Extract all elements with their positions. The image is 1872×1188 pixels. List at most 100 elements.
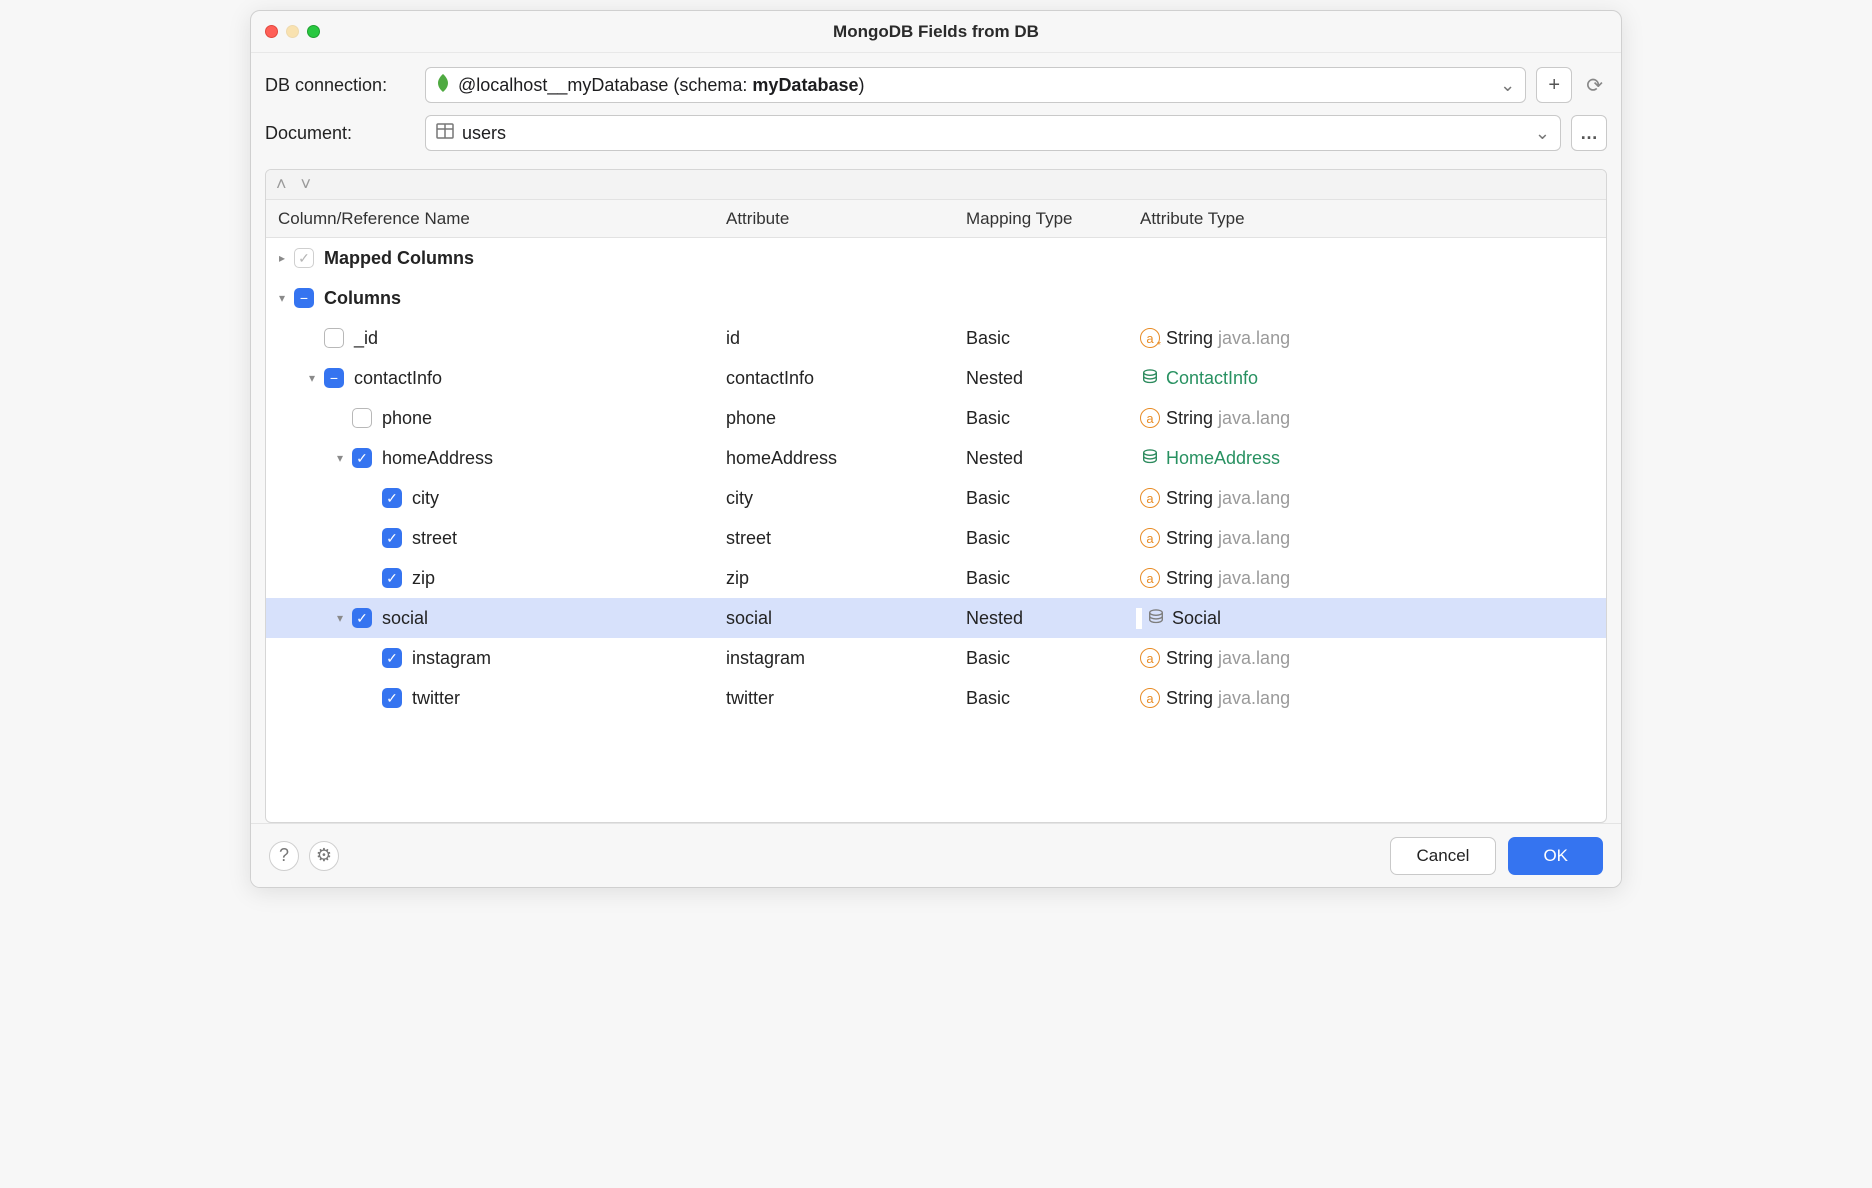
table-row[interactable]: ▸✓instagraminstagramBasicaString java.la… xyxy=(266,638,1606,678)
row-attribute-type: Social xyxy=(1142,608,1606,629)
attribute-icon: a xyxy=(1140,528,1160,548)
row-name: street xyxy=(412,528,457,549)
row-attribute: phone xyxy=(726,408,966,429)
db-connection-label: DB connection: xyxy=(265,75,415,96)
table-icon xyxy=(436,123,454,144)
table-mini-toolbar: ˄ ˅ xyxy=(266,170,1606,200)
table-row[interactable]: ▸phonephoneBasicaString java.lang xyxy=(266,398,1606,438)
row-checkbox[interactable]: ✓ xyxy=(382,568,402,588)
table-row[interactable]: ▸✓zipzipBasicaString java.lang xyxy=(266,558,1606,598)
table-row[interactable]: ▸_ididBasicaString java.lang xyxy=(266,318,1606,358)
chevron-down-icon: ⌄ xyxy=(1535,123,1550,144)
row-attribute: twitter xyxy=(726,688,966,709)
header-attribute[interactable]: Attribute xyxy=(726,209,966,229)
row-name: Columns xyxy=(324,288,401,309)
row-name: social xyxy=(382,608,428,629)
header-attribute-type[interactable]: Attribute Type xyxy=(1136,209,1606,229)
form-area: DB connection: @localhost__myDatabase (s… xyxy=(251,53,1621,169)
row-attribute: zip xyxy=(726,568,966,589)
tree-toggle[interactable]: ▾ xyxy=(330,611,350,625)
entity-icon xyxy=(1146,608,1166,628)
row-mapping-type: Basic xyxy=(966,528,1136,549)
table-row[interactable]: ▸✓citycityBasicaString java.lang xyxy=(266,478,1606,518)
add-connection-button[interactable]: + xyxy=(1536,67,1572,103)
attribute-icon: a xyxy=(1140,688,1160,708)
row-attribute: contactInfo xyxy=(726,368,966,389)
row-checkbox[interactable] xyxy=(324,328,344,348)
row-checkbox[interactable]: ✓ xyxy=(352,448,372,468)
document-more-button[interactable]: … xyxy=(1571,115,1607,151)
attribute-icon: a xyxy=(1140,408,1160,428)
tree-toggle[interactable]: ▾ xyxy=(330,451,350,465)
row-checkbox[interactable]: − xyxy=(294,288,314,308)
table-row[interactable]: ▾✓socialsocialNestedSocial xyxy=(266,598,1606,638)
row-checkbox[interactable] xyxy=(352,408,372,428)
row-checkbox[interactable]: − xyxy=(324,368,344,388)
row-attribute: homeAddress xyxy=(726,448,966,469)
tree-toggle[interactable]: ▾ xyxy=(272,291,292,305)
row-attribute-type: aString java.lang xyxy=(1136,408,1606,429)
row-name: phone xyxy=(382,408,432,429)
table-row[interactable]: ▸✓Mapped Columns xyxy=(266,238,1606,278)
refresh-icon: ⟳ xyxy=(1586,75,1603,97)
row-mapping-type: Basic xyxy=(966,688,1136,709)
db-connection-value: @localhost__myDatabase (schema: myDataba… xyxy=(458,75,864,96)
row-checkbox[interactable]: ✓ xyxy=(382,688,402,708)
row-name: zip xyxy=(412,568,435,589)
row-attribute: id xyxy=(726,328,966,349)
settings-button[interactable]: ⚙ xyxy=(309,841,339,871)
attribute-icon: a xyxy=(1140,488,1160,508)
row-attribute-type: aString java.lang xyxy=(1136,568,1606,589)
refresh-button[interactable]: ⟳ xyxy=(1582,73,1607,98)
row-name: city xyxy=(412,488,439,509)
cancel-button[interactable]: Cancel xyxy=(1390,837,1497,875)
row-checkbox[interactable]: ✓ xyxy=(382,528,402,548)
db-connection-combo[interactable]: @localhost__myDatabase (schema: myDataba… xyxy=(425,67,1526,103)
document-combo[interactable]: users ⌄ xyxy=(425,115,1561,151)
row-attribute-type: aString java.lang xyxy=(1136,688,1606,709)
row-checkbox[interactable]: ✓ xyxy=(294,248,314,268)
row-checkbox[interactable]: ✓ xyxy=(352,608,372,628)
row-attribute-type: HomeAddress xyxy=(1136,448,1606,469)
help-icon: ? xyxy=(279,845,289,866)
mongodb-leaf-icon xyxy=(436,74,450,97)
row-attribute-type: aString java.lang xyxy=(1136,528,1606,549)
row-mapping-type: Basic xyxy=(966,328,1136,349)
tree-toggle[interactable]: ▸ xyxy=(272,251,292,265)
collapse-all-button[interactable]: ˄ xyxy=(276,174,287,195)
expand-all-button[interactable]: ˅ xyxy=(301,174,312,195)
row-mapping-type: Nested xyxy=(966,448,1136,469)
table-header: Column/Reference Name Attribute Mapping … xyxy=(266,200,1606,238)
tree-toggle[interactable]: ▾ xyxy=(302,371,322,385)
attribute-icon: a xyxy=(1140,568,1160,588)
row-attribute-type: aString java.lang xyxy=(1136,328,1606,349)
row-mapping-type: Basic xyxy=(966,488,1136,509)
row-mapping-type: Basic xyxy=(966,408,1136,429)
row-attribute-type: aString java.lang xyxy=(1136,488,1606,509)
row-attribute: city xyxy=(726,488,966,509)
entity-icon xyxy=(1140,368,1160,388)
attribute-icon: a xyxy=(1140,648,1160,668)
row-mapping-type: Basic xyxy=(966,568,1136,589)
row-name: _id xyxy=(354,328,378,349)
row-checkbox[interactable]: ✓ xyxy=(382,488,402,508)
document-value: users xyxy=(462,123,506,144)
table-body: ▸✓Mapped Columns▾−Columns▸_ididBasicaStr… xyxy=(266,238,1606,822)
table-row[interactable]: ▾−contactInfocontactInfoNestedContactInf… xyxy=(266,358,1606,398)
ok-button[interactable]: OK xyxy=(1508,837,1603,875)
header-name[interactable]: Column/Reference Name xyxy=(266,209,726,229)
row-mapping-type: Nested xyxy=(966,608,1136,629)
row-attribute: street xyxy=(726,528,966,549)
db-connection-row: DB connection: @localhost__myDatabase (s… xyxy=(265,67,1607,103)
row-checkbox[interactable]: ✓ xyxy=(382,648,402,668)
table-row[interactable]: ▸✓streetstreetBasicaString java.lang xyxy=(266,518,1606,558)
table-row[interactable]: ▾✓homeAddresshomeAddressNestedHomeAddres… xyxy=(266,438,1606,478)
header-mapping-type[interactable]: Mapping Type xyxy=(966,209,1136,229)
titlebar: MongoDB Fields from DB xyxy=(251,11,1621,53)
help-button[interactable]: ? xyxy=(269,841,299,871)
row-name: contactInfo xyxy=(354,368,442,389)
table-row[interactable]: ▾−Columns xyxy=(266,278,1606,318)
table-row[interactable]: ▸✓twittertwitterBasicaString java.lang xyxy=(266,678,1606,718)
plus-icon: + xyxy=(1548,74,1560,97)
window-title: MongoDB Fields from DB xyxy=(251,22,1621,42)
